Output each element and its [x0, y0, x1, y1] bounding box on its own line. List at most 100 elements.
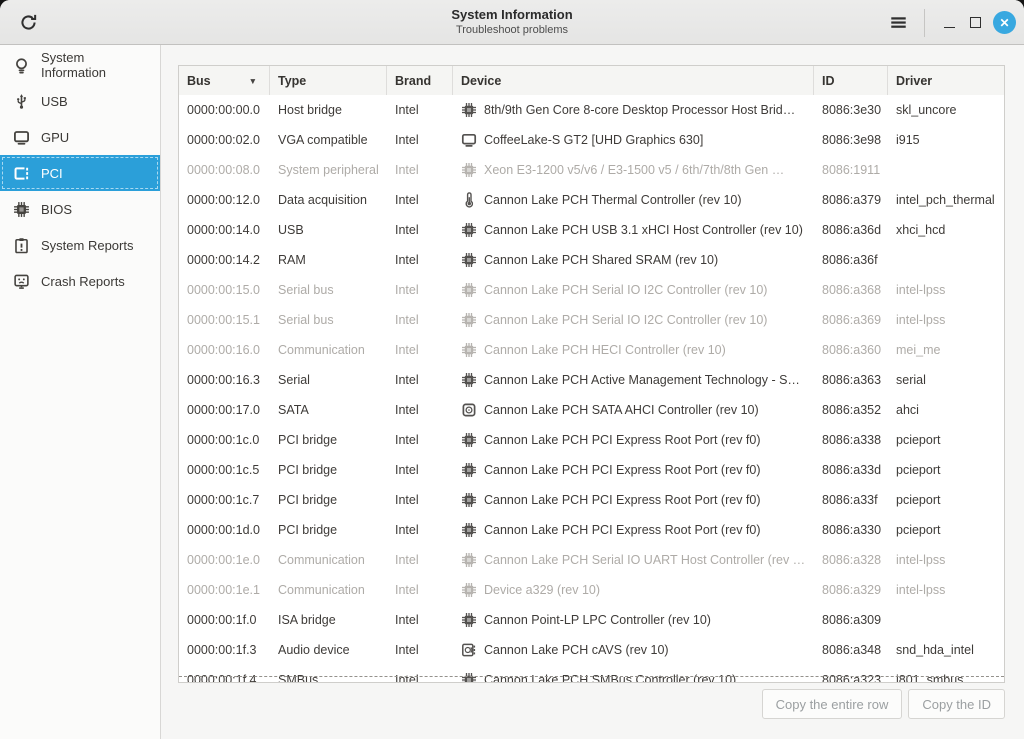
footer-actions: Copy the entire row Copy the ID [762, 689, 1005, 719]
chip-icon [13, 201, 30, 218]
cell-type: PCI bridge [270, 433, 387, 447]
cell-id: 8086:a33d [814, 463, 888, 477]
table-row[interactable]: 0000:00:08.0 System peripheral Intel Xeo… [179, 155, 1004, 185]
column-header-type[interactable]: Type [270, 66, 387, 95]
cell-device: Cannon Lake PCH USB 3.1 xHCI Host Contro… [453, 222, 814, 238]
cell-brand: Intel [387, 253, 453, 267]
table-row[interactable]: 0000:00:15.1 Serial bus Intel Cannon Lak… [179, 305, 1004, 335]
cell-brand: Intel [387, 523, 453, 537]
chip-icon [461, 162, 477, 178]
cell-device: Cannon Lake PCH Serial IO I2C Controller… [453, 312, 814, 328]
sidebar-item-system-reports[interactable]: System Reports [0, 227, 160, 263]
table-row[interactable]: 0000:00:1c.7 PCI bridge Intel Cannon Lak… [179, 485, 1004, 515]
table-row[interactable]: 0000:00:17.0 SATA Intel Cannon Lake PCH … [179, 395, 1004, 425]
cell-device: Device a329 (rev 10) [453, 582, 814, 598]
column-header-id[interactable]: ID [814, 66, 888, 95]
table-row[interactable]: 0000:00:15.0 Serial bus Intel Cannon Lak… [179, 275, 1004, 305]
maximize-icon [970, 17, 981, 28]
refresh-button[interactable] [13, 7, 43, 37]
cell-bus: 0000:00:15.0 [179, 283, 270, 297]
table-row[interactable]: 0000:00:1f.0 ISA bridge Intel Cannon Poi… [179, 605, 1004, 635]
minimize-button[interactable] [936, 10, 962, 36]
cell-type: Serial [270, 373, 387, 387]
chip-icon [461, 342, 477, 358]
sidebar-item-system-information[interactable]: System Information [0, 47, 160, 83]
cell-type: PCI bridge [270, 493, 387, 507]
cell-bus: 0000:00:16.0 [179, 343, 270, 357]
table-row[interactable]: 0000:00:1e.0 Communication Intel Cannon … [179, 545, 1004, 575]
cell-type: Serial bus [270, 283, 387, 297]
copy-id-button[interactable]: Copy the ID [908, 689, 1005, 719]
device-name: Cannon Lake PCH Thermal Controller (rev … [484, 193, 742, 207]
table-row[interactable]: 0000:00:1c.0 PCI bridge Intel Cannon Lak… [179, 425, 1004, 455]
table-row[interactable]: 0000:00:14.0 USB Intel Cannon Lake PCH U… [179, 215, 1004, 245]
cell-bus: 0000:00:14.2 [179, 253, 270, 267]
column-header-driver[interactable]: Driver [888, 66, 1004, 95]
table-row[interactable]: 0000:00:1f.4 SMBus Intel Cannon Lake PCH… [179, 665, 1004, 682]
chip-icon [461, 612, 477, 628]
cell-device: Cannon Lake PCH Serial IO I2C Controller… [453, 282, 814, 298]
column-header-brand[interactable]: Brand [387, 66, 453, 95]
cell-type: Serial bus [270, 313, 387, 327]
cell-device: Cannon Point-LP LPC Controller (rev 10) [453, 612, 814, 628]
copy-entire-row-button[interactable]: Copy the entire row [762, 689, 903, 719]
table-row[interactable]: 0000:00:00.0 Host bridge Intel 8th/9th G… [179, 95, 1004, 125]
sidebar-item-gpu[interactable]: GPU [0, 119, 160, 155]
cell-id: 8086:a309 [814, 613, 888, 627]
device-name: Cannon Lake PCH SMBus Controller (rev 10… [484, 673, 736, 682]
cell-driver: xhci_hcd [888, 223, 1004, 237]
cell-id: 8086:a368 [814, 283, 888, 297]
sidebar-item-crash-reports[interactable]: Crash Reports [0, 263, 160, 299]
cell-bus: 0000:00:14.0 [179, 223, 270, 237]
cell-type: Communication [270, 553, 387, 567]
cell-type: Host bridge [270, 103, 387, 117]
table-row[interactable]: 0000:00:1c.5 PCI bridge Intel Cannon Lak… [179, 455, 1004, 485]
table-body[interactable]: 0000:00:00.0 Host bridge Intel 8th/9th G… [179, 95, 1004, 682]
titlebar: System Information Troubleshoot problems… [0, 0, 1024, 45]
cell-bus: 0000:00:12.0 [179, 193, 270, 207]
cell-bus: 0000:00:15.1 [179, 313, 270, 327]
column-header-device[interactable]: Device [453, 66, 814, 95]
cell-type: Audio device [270, 643, 387, 657]
maximize-button[interactable] [962, 10, 988, 36]
table-row[interactable]: 0000:00:02.0 VGA compatible Intel Coffee… [179, 125, 1004, 155]
menu-button[interactable] [883, 8, 913, 38]
table-row[interactable]: 0000:00:14.2 RAM Intel Cannon Lake PCH S… [179, 245, 1004, 275]
cell-brand: Intel [387, 553, 453, 567]
table-row[interactable]: 0000:00:1f.3 Audio device Intel Cannon L… [179, 635, 1004, 665]
cell-bus: 0000:00:1f.0 [179, 613, 270, 627]
table-header: Bus ▼ Type Brand Device ID Driver [179, 66, 1004, 96]
close-button[interactable]: ✕ [993, 11, 1016, 34]
cell-device: Cannon Lake PCH Active Management Techno… [453, 372, 814, 388]
sidebar-item-label: System Information [41, 50, 152, 80]
device-name: CoffeeLake-S GT2 [UHD Graphics 630] [484, 133, 703, 147]
refresh-icon [19, 13, 38, 32]
sidebar-item-usb[interactable]: USB [0, 83, 160, 119]
table-row[interactable]: 0000:00:12.0 Data acquisition Intel Cann… [179, 185, 1004, 215]
cell-bus: 0000:00:02.0 [179, 133, 270, 147]
column-header-bus[interactable]: Bus ▼ [179, 66, 270, 95]
title-block: System Information Troubleshoot problems [200, 5, 824, 37]
cell-id: 8086:a369 [814, 313, 888, 327]
chip-icon [461, 552, 477, 568]
cell-type: Data acquisition [270, 193, 387, 207]
table-row[interactable]: 0000:00:16.3 Serial Intel Cannon Lake PC… [179, 365, 1004, 395]
table-row[interactable]: 0000:00:16.0 Communication Intel Cannon … [179, 335, 1004, 365]
device-name: Xeon E3-1200 v5/v6 / E3-1500 v5 / 6th/7t… [484, 163, 784, 177]
device-name: Cannon Lake PCH PCI Express Root Port (r… [484, 523, 761, 537]
sidebar-item-label: USB [41, 94, 68, 109]
chip-icon [461, 102, 477, 118]
device-name: Cannon Lake PCH Active Management Techno… [484, 373, 800, 387]
table-row[interactable]: 0000:00:1e.1 Communication Intel Device … [179, 575, 1004, 605]
cell-device: Cannon Lake PCH Shared SRAM (rev 10) [453, 252, 814, 268]
device-name: Cannon Lake PCH PCI Express Root Port (r… [484, 493, 761, 507]
cell-id: 8086:a330 [814, 523, 888, 537]
drive-icon [461, 402, 477, 418]
cell-device: Cannon Lake PCH PCI Express Root Port (r… [453, 522, 814, 538]
sidebar-item-bios[interactable]: BIOS [0, 191, 160, 227]
cell-driver: intel-lpss [888, 583, 1004, 597]
cell-brand: Intel [387, 433, 453, 447]
table-row[interactable]: 0000:00:1d.0 PCI bridge Intel Cannon Lak… [179, 515, 1004, 545]
cell-type: RAM [270, 253, 387, 267]
sidebar-item-pci[interactable]: PCI [0, 155, 160, 191]
